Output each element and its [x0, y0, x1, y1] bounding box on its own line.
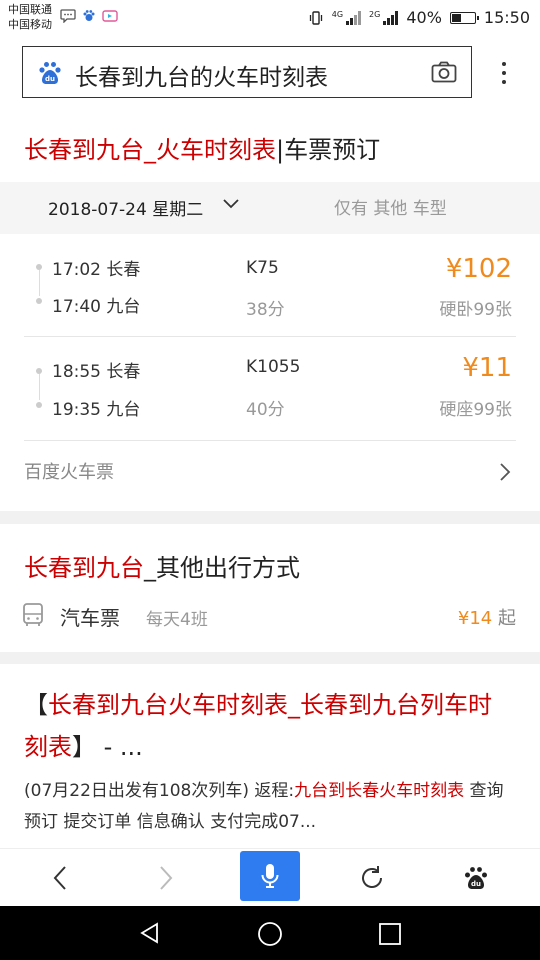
- search-query-text[interactable]: 长春到九台的火车时刻表: [75, 58, 328, 92]
- result-title[interactable]: 【长春到九台火车时刻表_长春到九台列车时刻表】 - ...: [24, 684, 514, 768]
- back-button[interactable]: [40, 849, 80, 907]
- bus-price-suffix: 起: [498, 608, 516, 629]
- train-card-title-highlight[interactable]: 长春到九台_火车时刻表: [24, 136, 276, 164]
- train-schedule-card: 长春到九台_火车时刻表|车票预订 2018-07-24 星期二 仅有 其他 车型…: [0, 116, 540, 511]
- svg-text:du: du: [45, 75, 55, 83]
- other-travel-title-highlight[interactable]: 长春到九台: [24, 554, 144, 582]
- result-desc-highlight: 九台到长春火车时刻表: [294, 781, 465, 801]
- source-link[interactable]: 百度火车票: [24, 458, 114, 484]
- arrive-dot-icon: [36, 402, 42, 408]
- date-filter-bar: 2018-07-24 星期二 仅有 其他 车型: [0, 182, 540, 234]
- camera-icon[interactable]: [431, 61, 457, 83]
- video-app-icon: [102, 10, 118, 22]
- system-home-icon[interactable]: [257, 921, 283, 947]
- search-header: du 长春到九台的火车时刻表: [0, 36, 540, 116]
- depart-time: 18:55 长春: [52, 362, 141, 382]
- system-back-icon[interactable]: [138, 921, 162, 945]
- baidu-notification-icon: [83, 10, 95, 21]
- result-description: (07月22日出发有108次列车) 返程:九台到长春火车时刻表 查询预订 提交订…: [24, 776, 520, 838]
- vibrate-icon: [309, 10, 322, 25]
- bus-frequency: 每天4班: [146, 610, 208, 630]
- signal-strength-2-icon: 2G: [369, 10, 399, 25]
- status-bar: 中国联通 中国移动 4G 2G 40% 15:50: [0, 0, 540, 36]
- voice-search-button[interactable]: [240, 851, 300, 901]
- bus-price: ¥14 起: [458, 604, 516, 630]
- clock: 15:50: [483, 8, 530, 27]
- other-travel-title[interactable]: 长春到九台_其他出行方式: [24, 548, 300, 583]
- train-number: K75: [246, 258, 279, 278]
- train-duration: 38分: [246, 300, 285, 320]
- carrier-2: 中国移动: [8, 18, 52, 31]
- other-travel-card: 长春到九台_其他出行方式 汽车票 每天4班 ¥14 起: [0, 524, 540, 652]
- forward-button[interactable]: [146, 849, 186, 907]
- train-card-title-rest[interactable]: |车票预订: [276, 136, 380, 164]
- search-result[interactable]: 【长春到九台火车时刻表_长春到九台列车时刻表】 - ... (07月22日出发有…: [0, 664, 540, 848]
- result-desc-part-1: (07月22日出发有108次列车) 返程:: [24, 781, 295, 801]
- refresh-button[interactable]: [352, 849, 392, 907]
- chevron-right-icon[interactable]: [498, 462, 512, 482]
- ticket-price: ¥11: [462, 353, 512, 383]
- train-row[interactable]: 18:55 长春 19:35 九台 K1055 40分 ¥11 硬座99张: [0, 342, 540, 440]
- carrier-names: 中国联通 中国移动: [8, 2, 52, 32]
- depart-time: 17:02 长春: [52, 260, 141, 280]
- other-travel-title-rest[interactable]: _其他出行方式: [144, 554, 300, 582]
- row-divider: [24, 440, 516, 441]
- row-divider: [24, 336, 516, 337]
- carrier-1: 中国联通: [8, 3, 52, 16]
- chevron-down-icon[interactable]: [222, 198, 240, 210]
- train-type-filter[interactable]: 仅有 其他 车型: [334, 194, 447, 219]
- result-title-bracket[interactable]: 【: [24, 691, 48, 719]
- message-icon: [60, 9, 76, 23]
- search-input[interactable]: du 长春到九台的火车时刻表: [22, 46, 472, 98]
- train-duration: 40分: [246, 400, 285, 420]
- browser-toolbar: du: [0, 848, 540, 907]
- train-row[interactable]: 17:02 长春 17:40 九台 K75 38分 ¥102 硬卧99张: [0, 240, 540, 338]
- system-recents-icon[interactable]: [378, 922, 402, 946]
- bus-icon: [23, 603, 43, 626]
- route-line: [38, 270, 40, 296]
- baidu-paw-icon[interactable]: du: [463, 865, 489, 891]
- train-number: K1055: [246, 357, 301, 377]
- back-icon[interactable]: [52, 865, 68, 891]
- svg-text:du: du: [471, 880, 481, 888]
- route-line: [38, 374, 40, 400]
- baidu-paw-icon: du: [39, 62, 61, 84]
- more-vertical-icon[interactable]: [494, 58, 514, 88]
- status-right: 4G 2G 40% 15:50: [308, 8, 530, 27]
- system-nav-bar: [0, 906, 540, 960]
- ticket-price: ¥102: [445, 254, 512, 284]
- arrive-time: 17:40 九台: [52, 297, 141, 317]
- baidu-home-button[interactable]: du: [456, 849, 496, 907]
- network-type-2: 2G: [369, 10, 381, 19]
- result-title-rest[interactable]: 】 - ...: [72, 733, 143, 761]
- train-card-title[interactable]: 长春到九台_火车时刻表|车票预订: [24, 130, 380, 165]
- battery-icon: [449, 11, 479, 24]
- seat-availability: 硬卧99张: [439, 300, 512, 320]
- bus-price-value: ¥14: [457, 608, 493, 629]
- forward-icon[interactable]: [158, 865, 174, 891]
- arrive-time: 19:35 九台: [52, 400, 141, 420]
- bus-ticket-label[interactable]: 汽车票: [60, 602, 120, 631]
- seat-availability: 硬座99张: [439, 400, 512, 420]
- battery-percent: 40%: [406, 8, 442, 27]
- network-type-1: 4G: [331, 10, 344, 19]
- date-selector[interactable]: 2018-07-24 星期二: [48, 195, 203, 220]
- signal-strength-1-icon: 4G: [331, 10, 362, 25]
- refresh-icon[interactable]: [358, 864, 386, 892]
- arrive-dot-icon: [36, 298, 42, 304]
- microphone-icon[interactable]: [260, 862, 280, 890]
